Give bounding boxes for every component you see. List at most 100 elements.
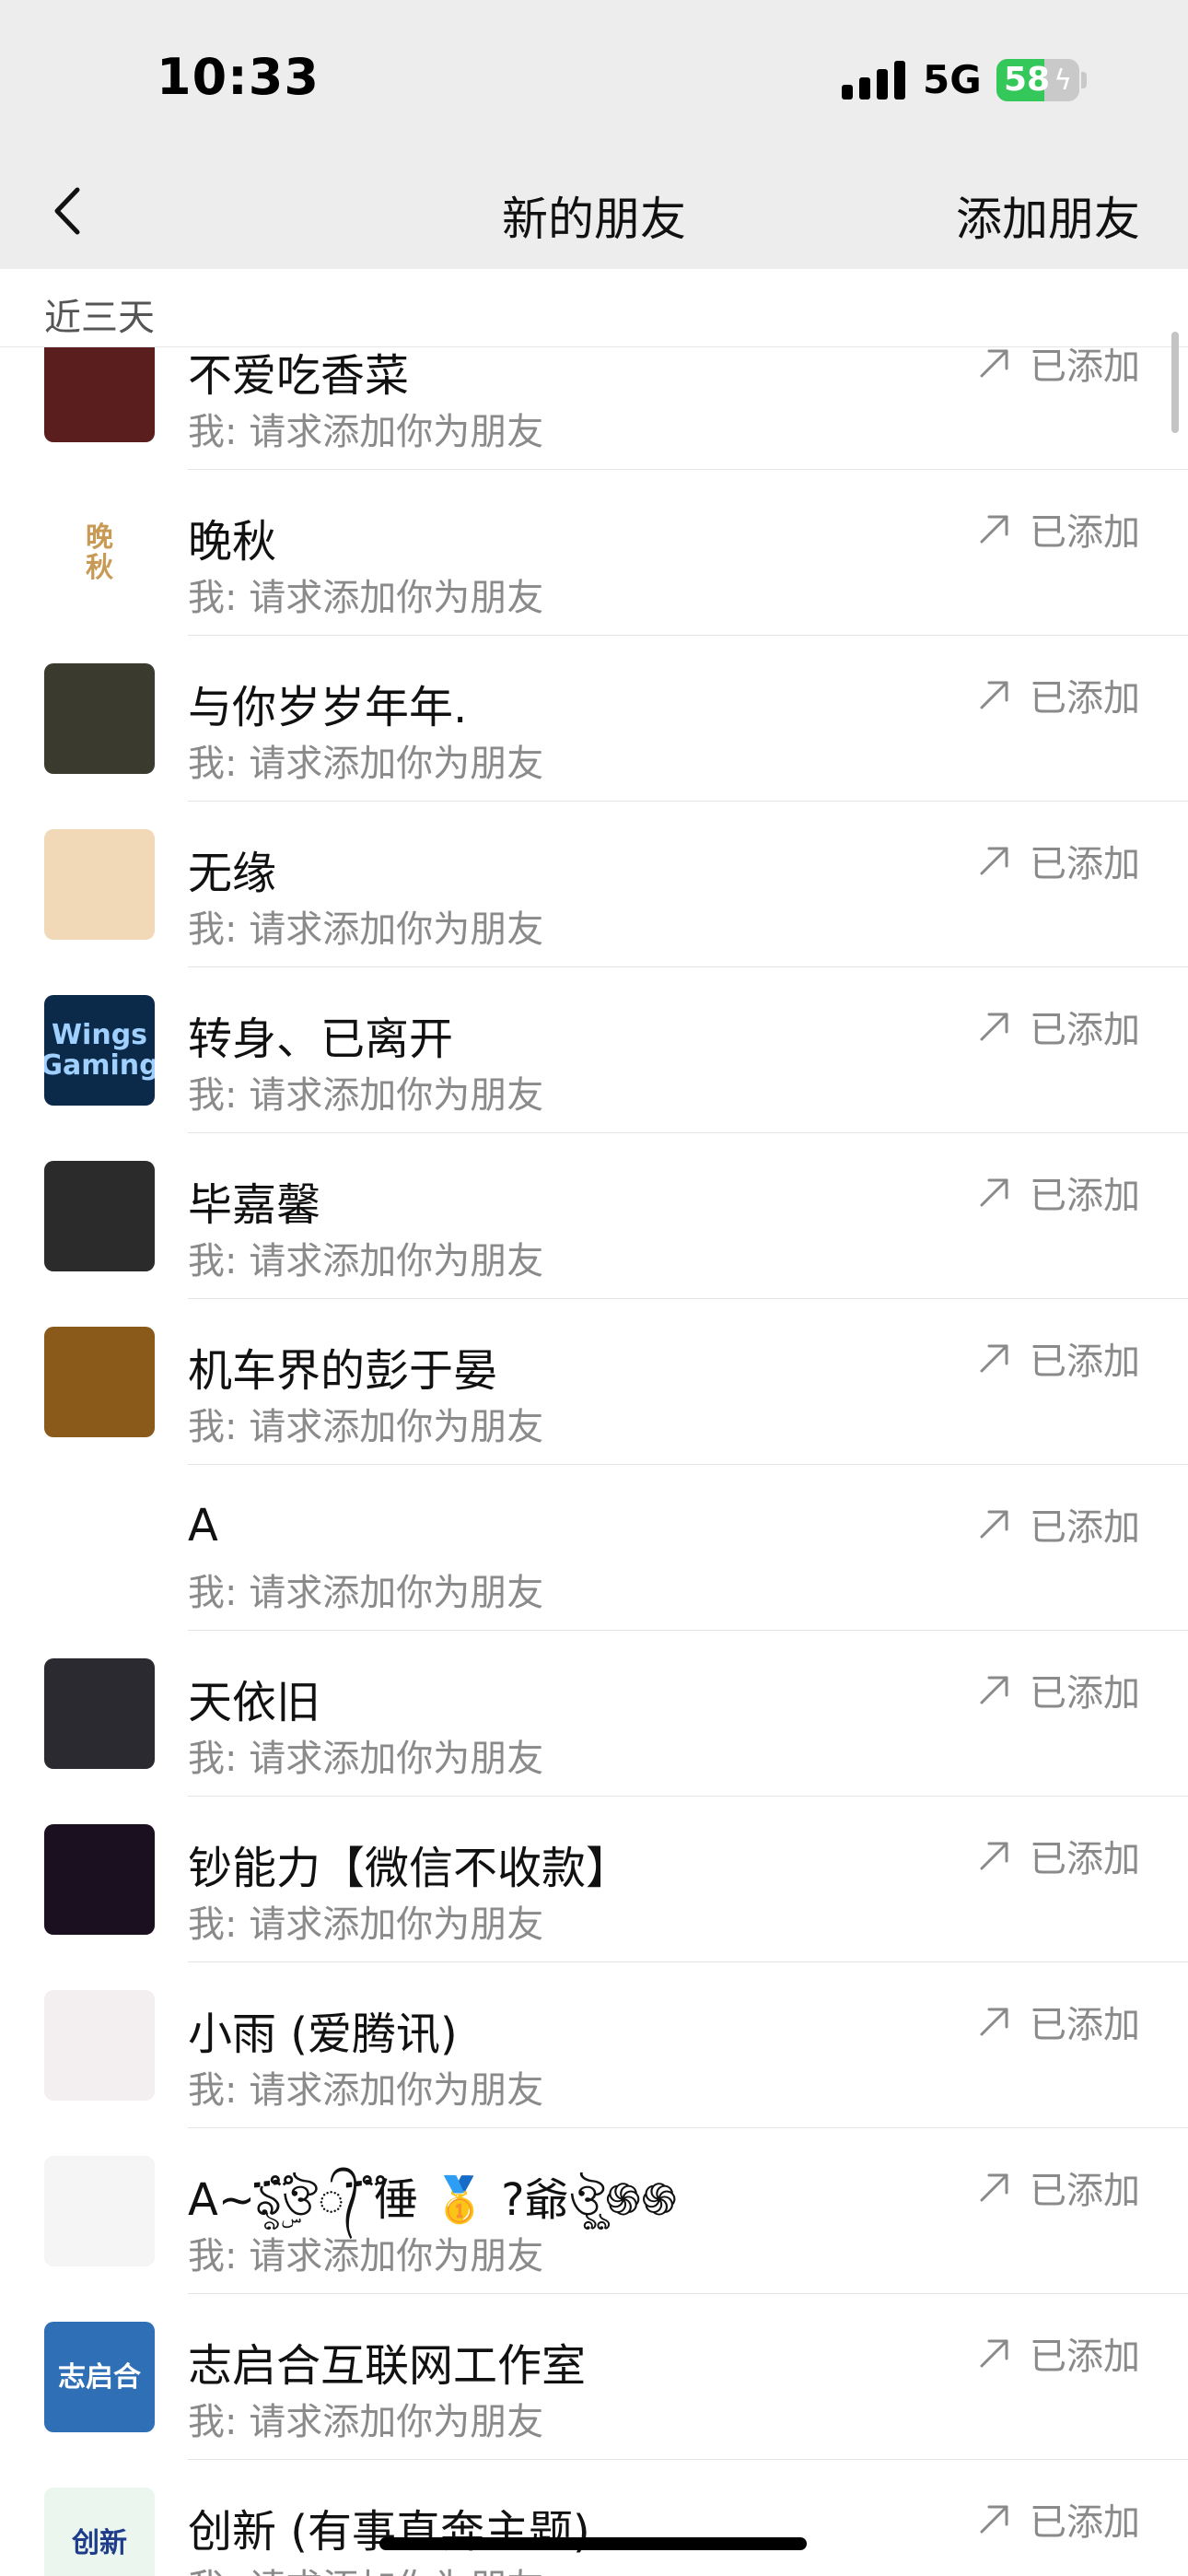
friend-name: 天依旧 <box>188 1677 321 1728</box>
request-message: 我: 请求添加你为朋友 <box>188 577 544 619</box>
friend-request-row[interactable]: 不爱吃香菜 我: 请求添加你为朋友 已添加 <box>0 346 1188 470</box>
friend-name: 无缘 <box>188 848 277 899</box>
battery-cap <box>1081 72 1087 88</box>
avatar[interactable] <box>44 663 155 774</box>
added-status-label: 已添加 <box>1030 1175 1140 1217</box>
added-status-label: 已添加 <box>1030 2336 1140 2378</box>
scrollbar[interactable] <box>1171 332 1179 433</box>
navigation-bar: 新的朋友 添加朋友 <box>0 157 1188 269</box>
request-message: 我: 请求添加你为朋友 <box>188 1738 544 1780</box>
avatar[interactable]: 志启合 <box>44 2322 155 2432</box>
friend-request-row[interactable]: 晚 秋 晚秋我: 请求添加你为朋友 已添加 <box>0 470 1188 636</box>
avatar-image <box>44 1824 155 1935</box>
friend-request-row[interactable]: 天依旧我: 请求添加你为朋友 已添加 <box>0 1631 1188 1797</box>
status-time: 10:33 <box>157 48 320 106</box>
avatar-image <box>44 346 155 442</box>
avatar-image: 晚 秋 <box>86 521 113 584</box>
arrow-up-right-icon <box>980 1178 1008 1207</box>
friend-name: 机车界的彭于晏 <box>188 1345 498 1397</box>
avatar[interactable] <box>44 1824 155 1935</box>
added-status-label: 已添加 <box>1030 2170 1140 2212</box>
arrow-up-right-icon <box>980 2339 1008 2368</box>
arrow-up-right-icon <box>980 1842 1008 1870</box>
avatar-image <box>44 1327 155 1437</box>
friend-name: 毕嘉馨 <box>188 1179 321 1231</box>
added-status-label: 已添加 <box>1030 1506 1140 1549</box>
added-status-label: 已添加 <box>1030 346 1140 388</box>
arrow-up-right-icon <box>980 1344 1008 1373</box>
arrow-up-right-icon <box>980 349 1008 378</box>
request-status: 已添加 <box>976 669 1140 720</box>
request-message: 我: 请求添加你为朋友 <box>188 2401 544 2443</box>
arrow-up-right-icon <box>980 1510 1008 1539</box>
request-message: 我: 请求添加你为朋友 <box>188 908 544 951</box>
added-status-label: 已添加 <box>1030 2004 1140 2046</box>
request-status: 已添加 <box>976 346 1140 389</box>
request-status: 已添加 <box>976 1996 1140 2047</box>
request-status: 已添加 <box>976 1830 1140 1881</box>
added-status-label: 已添加 <box>1030 511 1140 554</box>
request-message: 我: 请求添加你为朋友 <box>188 743 544 785</box>
request-message: 我: 请求添加你为朋友 <box>188 1572 544 1614</box>
avatar[interactable]: 创新 <box>44 2488 155 2576</box>
friend-request-row[interactable]: 创新创新 (有事直奔主题)我: 请求添加你为朋友已添加 <box>0 2460 1188 2576</box>
add-friend-button[interactable]: 添加朋友 <box>956 182 1140 249</box>
arrow-up-right-icon <box>980 1013 1008 1041</box>
avatar-image <box>44 829 155 940</box>
section-header: 近三天 <box>0 269 1188 347</box>
request-status: 已添加 <box>976 1498 1140 1550</box>
avatar-image <box>44 1990 155 2101</box>
added-status-label: 已添加 <box>1030 1009 1140 1051</box>
friend-request-row[interactable]: Wings Gaming 转身、已离开 我: 请求添加你为朋友 已添加 <box>0 967 1188 1133</box>
avatar[interactable] <box>44 1990 155 2101</box>
avatar-image: 志启合 <box>58 2360 141 2394</box>
arrow-up-right-icon <box>980 2173 1008 2202</box>
request-message: 我: 请求添加你为朋友 <box>188 1903 544 1946</box>
avatar[interactable]: 晚 秋 <box>44 498 155 608</box>
avatar[interactable] <box>44 1658 155 1769</box>
avatar-image <box>44 1658 155 1769</box>
friend-request-row[interactable]: 机车界的彭于晏 我: 请求添加你为朋友 已添加 <box>0 1299 1188 1465</box>
friend-request-row[interactable]: 毕嘉馨我: 请求添加你为朋友 已添加 <box>0 1133 1188 1299</box>
bolt-icon: ϟ <box>1054 64 1072 97</box>
request-status: 已添加 <box>976 835 1140 886</box>
avatar[interactable] <box>44 1327 155 1437</box>
top-bar: 10:33 5G 58 ϟ 新的朋友 添加朋友 <box>0 0 1188 269</box>
avatar[interactable] <box>44 829 155 940</box>
friend-name: 与你岁岁年年. <box>188 682 468 733</box>
avatar[interactable] <box>44 346 155 442</box>
friend-request-row[interactable]: A 我: 请求添加你为朋友 已添加 <box>0 1465 1188 1631</box>
request-message: 我: 请求添加你为朋友 <box>188 1406 544 1448</box>
friend-name: 钞能力【微信不收款】 <box>188 1843 631 1894</box>
added-status-label: 已添加 <box>1030 1672 1140 1715</box>
friend-request-row[interactable]: 小雨 (爱腾讯) 我: 请求添加你为朋友 已添加 <box>0 1962 1188 2128</box>
friend-request-row[interactable]: 志启合 志启合互联网工作室 我: 请求添加你为朋友 已添加 <box>0 2294 1188 2460</box>
arrow-up-right-icon <box>980 1676 1008 1704</box>
avatar[interactable]: Wings Gaming <box>44 995 155 1106</box>
friend-request-row[interactable]: A~ৡۣ፝֟ঔ᭄ ፝֟倕 🥇 ?爺ঔৣ֍֍ 我: 请求添加你为朋友 已添加 <box>0 2128 1188 2294</box>
request-message: 我: 请求添加你为朋友 <box>188 1074 544 1117</box>
avatar-image <box>44 1161 155 1271</box>
section-label: 近三天 <box>44 297 155 339</box>
avatar[interactable] <box>44 1161 155 1271</box>
request-message: 我: 请求添加你为朋友 <box>188 1240 544 1282</box>
friend-name: 晚秋 <box>188 516 277 568</box>
request-message: 我: 请求添加你为朋友 <box>188 2069 544 2112</box>
friend-name: 不爱吃香菜 <box>188 350 410 402</box>
request-status: 已添加 <box>976 2493 1140 2545</box>
arrow-up-right-icon <box>980 2505 1008 2534</box>
added-status-label: 已添加 <box>1030 843 1140 885</box>
battery-level: 58 <box>1004 61 1051 99</box>
request-status: 已添加 <box>976 1166 1140 1218</box>
avatar[interactable] <box>44 2156 155 2266</box>
friend-request-row[interactable]: 无缘我: 请求添加你为朋友 已添加 <box>0 802 1188 967</box>
friend-request-row[interactable]: 与你岁岁年年. 我: 请求添加你为朋友 已添加 <box>0 636 1188 802</box>
friend-request-list[interactable]: 不爱吃香菜 我: 请求添加你为朋友 已添加晚 秋晚秋 我: 请求添加你为朋友 已添加 与你… <box>0 346 1188 2576</box>
friend-request-row[interactable]: 钞能力【微信不收款】我: 请求添加你为朋友 已添加 <box>0 1797 1188 1962</box>
added-status-label: 已添加 <box>1030 1838 1140 1880</box>
home-indicator[interactable] <box>379 2537 807 2550</box>
status-bar: 10:33 5G 58 ϟ <box>0 0 1188 157</box>
avatar[interactable] <box>44 1493 155 1603</box>
cellular-signal-icon <box>842 61 906 100</box>
arrow-up-right-icon <box>980 681 1008 709</box>
